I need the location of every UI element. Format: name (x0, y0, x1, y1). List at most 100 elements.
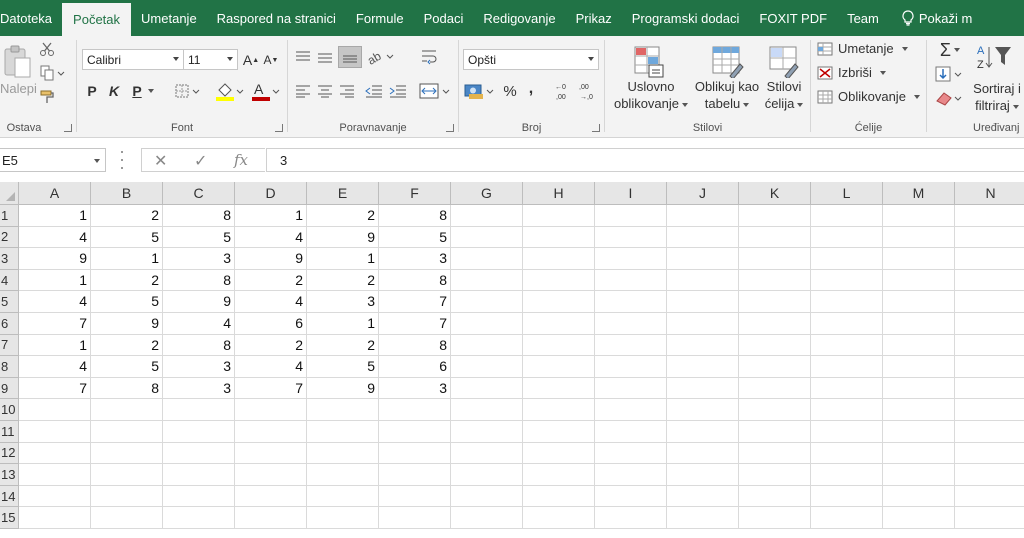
fill-icon[interactable] (933, 64, 967, 84)
cell-l12[interactable] (811, 442, 883, 465)
cell-i5[interactable] (595, 291, 667, 313)
format-as-table-button[interactable]: Oblikuj kao tabelu (687, 78, 767, 112)
cell-d15[interactable] (235, 507, 307, 529)
cell-j6[interactable] (667, 313, 739, 335)
cell-d9[interactable]: 7 (235, 377, 307, 400)
row-header-10[interactable]: 10 (0, 399, 19, 421)
conditional-formatting-button[interactable]: Uslovno oblikovanje (605, 78, 697, 112)
cell-k14[interactable] (739, 485, 811, 508)
cell-d10[interactable] (235, 399, 307, 421)
cell-k9[interactable] (739, 377, 811, 400)
cell-j15[interactable] (667, 507, 739, 529)
cell-d3[interactable]: 9 (235, 248, 307, 270)
cell-d7[interactable]: 2 (235, 334, 307, 357)
tab-page-layout[interactable]: Raspored na stranici (207, 0, 346, 36)
enter-icon[interactable]: ✓ (194, 151, 207, 171)
cancel-icon[interactable]: ✕ (154, 151, 167, 171)
cell-m9[interactable] (883, 377, 955, 400)
cell-l13[interactable] (811, 464, 883, 486)
cell-a2[interactable]: 4 (19, 226, 91, 249)
cell-e12[interactable] (307, 442, 379, 465)
cell-i11[interactable] (595, 421, 667, 443)
cell-a7[interactable]: 1 (19, 334, 91, 357)
cell-k3[interactable] (739, 248, 811, 270)
cell-c8[interactable]: 3 (163, 356, 235, 378)
cell-k15[interactable] (739, 507, 811, 529)
column-header-k[interactable]: K (739, 182, 811, 205)
cell-i12[interactable] (595, 442, 667, 465)
insert-function-icon[interactable]: fx (234, 151, 248, 169)
clipboard-launcher-icon[interactable] (64, 124, 72, 132)
cell-j8[interactable] (667, 356, 739, 378)
cell-d1[interactable]: 1 (235, 205, 307, 227)
cell-styles-button[interactable]: Stilovi ćelija (759, 78, 809, 112)
cell-j7[interactable] (667, 334, 739, 357)
cell-n8[interactable] (955, 356, 1024, 378)
cell-g8[interactable] (451, 356, 523, 378)
cell-i4[interactable] (595, 269, 667, 292)
bold-button[interactable]: P (84, 80, 100, 102)
percent-style-button[interactable]: % (501, 80, 519, 102)
column-header-l[interactable]: L (811, 182, 883, 205)
cell-f12[interactable] (379, 442, 451, 465)
alignment-launcher-icon[interactable] (446, 124, 454, 132)
tab-view[interactable]: Prikaz (566, 0, 622, 36)
cell-i1[interactable] (595, 205, 667, 227)
cell-a12[interactable] (19, 442, 91, 465)
cell-j3[interactable] (667, 248, 739, 270)
cell-j4[interactable] (667, 269, 739, 292)
cell-k1[interactable] (739, 205, 811, 227)
cell-a6[interactable]: 7 (19, 313, 91, 335)
cell-e6[interactable]: 1 (307, 313, 379, 335)
decrease-indent-icon[interactable] (364, 82, 384, 100)
cell-e11[interactable] (307, 421, 379, 443)
comma-style-button[interactable]: , (523, 78, 539, 100)
row-header-14[interactable]: 14 (0, 485, 19, 508)
cell-g7[interactable] (451, 334, 523, 357)
column-header-m[interactable]: M (883, 182, 955, 205)
cell-b15[interactable] (91, 507, 163, 529)
select-all-button[interactable] (0, 182, 19, 205)
cell-a13[interactable] (19, 464, 91, 486)
cell-k2[interactable] (739, 226, 811, 249)
align-middle-icon[interactable] (316, 48, 334, 66)
cell-b5[interactable]: 5 (91, 291, 163, 313)
sort-filter-icon[interactable]: AZ (975, 42, 1015, 72)
merge-center-icon[interactable] (418, 80, 454, 102)
cell-h10[interactable] (523, 399, 595, 421)
cell-m13[interactable] (883, 464, 955, 486)
cell-g13[interactable] (451, 464, 523, 486)
paste-icon[interactable] (0, 42, 34, 82)
cell-j9[interactable] (667, 377, 739, 400)
cell-i2[interactable] (595, 226, 667, 249)
cell-i7[interactable] (595, 334, 667, 357)
cell-m3[interactable] (883, 248, 955, 270)
number-format-select[interactable]: Opšti (463, 49, 599, 70)
cell-i6[interactable] (595, 313, 667, 335)
shrink-font-icon[interactable]: A ▼ (262, 50, 280, 70)
cell-d2[interactable]: 4 (235, 226, 307, 249)
row-header-11[interactable]: 11 (0, 421, 19, 443)
cell-c10[interactable] (163, 399, 235, 421)
cell-h3[interactable] (523, 248, 595, 270)
cell-styles-icon[interactable] (765, 42, 803, 80)
cell-h4[interactable] (523, 269, 595, 292)
cell-g14[interactable] (451, 485, 523, 508)
cell-j13[interactable] (667, 464, 739, 486)
formula-input[interactable]: 3 (266, 148, 1024, 172)
tab-formulas[interactable]: Formule (346, 0, 414, 36)
cell-c9[interactable]: 3 (163, 377, 235, 400)
format-cells-button[interactable]: Oblikovanje (817, 89, 920, 104)
cell-d13[interactable] (235, 464, 307, 486)
cell-e7[interactable]: 2 (307, 334, 379, 357)
cell-g12[interactable] (451, 442, 523, 465)
cell-f5[interactable]: 7 (379, 291, 451, 313)
cell-l5[interactable] (811, 291, 883, 313)
cell-a1[interactable]: 1 (19, 205, 91, 227)
align-top-icon[interactable] (294, 48, 312, 66)
cell-f6[interactable]: 7 (379, 313, 451, 335)
cell-n12[interactable] (955, 443, 1024, 465)
cell-b10[interactable] (91, 399, 163, 421)
format-painter-icon[interactable] (38, 88, 56, 106)
cell-m4[interactable] (883, 269, 955, 292)
